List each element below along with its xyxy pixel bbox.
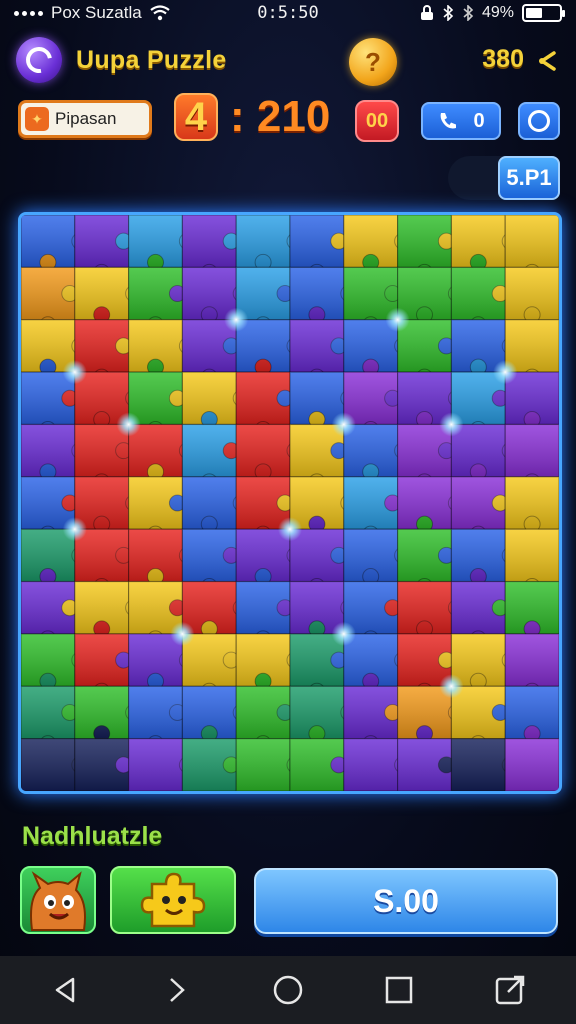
call-button[interactable]: 0	[421, 102, 501, 140]
sparkle-icon	[278, 517, 302, 542]
share-icon[interactable]	[534, 48, 560, 74]
status-bar: Pox Suzatla 0:5:50 49%	[0, 0, 576, 26]
battery-icon	[522, 4, 565, 22]
bluetooth-icon	[443, 5, 454, 21]
chat-icon	[528, 110, 550, 132]
wifi-icon	[150, 5, 170, 21]
puzzle-grid[interactable]	[21, 215, 559, 791]
sparkle-icon	[439, 412, 464, 437]
battery-percent: 49%	[481, 4, 514, 21]
section-label: Nadhluatzle	[22, 822, 163, 850]
forward-icon[interactable]	[153, 966, 201, 1014]
piece-hint-button[interactable]	[110, 866, 236, 934]
recents-icon[interactable]	[375, 966, 423, 1014]
sparkle-icon	[331, 412, 356, 437]
sparkle-icon	[331, 621, 356, 646]
progress-pill: 5.P1	[448, 156, 560, 200]
bluetooth-icon	[463, 5, 474, 21]
carrier-label: Pox Suzatla	[51, 3, 142, 22]
timer: 4 : 210	[174, 92, 330, 142]
puzzle-piece[interactable]	[504, 685, 559, 743]
price-button[interactable]: S.00	[254, 868, 558, 934]
score-value: 380	[482, 45, 524, 73]
chat-button[interactable]	[518, 102, 560, 140]
puzzle-piece[interactable]	[289, 738, 348, 791]
coin-icon[interactable]: ?	[349, 38, 397, 86]
mode-button[interactable]: ✦ Pipasan	[18, 100, 152, 138]
navigation-bar	[0, 956, 576, 1024]
puzzle-board[interactable]	[18, 212, 562, 794]
hint-badge[interactable]: 00	[355, 100, 399, 142]
phone-icon	[441, 113, 457, 129]
puzzle-piece[interactable]	[504, 266, 559, 324]
edit-icon[interactable]	[486, 966, 534, 1014]
call-count: 0	[473, 109, 485, 132]
home-icon[interactable]	[264, 966, 312, 1014]
puzzle-piece[interactable]	[181, 738, 240, 791]
sparkle-icon	[493, 360, 518, 385]
sparkle-icon	[62, 517, 87, 542]
mode-label: Pipasan	[55, 109, 117, 128]
progress-value: 5.P1	[498, 156, 560, 200]
swirl-icon	[20, 41, 58, 79]
sparkle-icon	[116, 412, 141, 437]
game-logo[interactable]	[16, 37, 62, 83]
game-title: Uupa Puzzle	[76, 45, 227, 74]
puzzle-piece[interactable]	[74, 738, 133, 791]
sparkle-icon	[170, 621, 195, 646]
puzzle-piece[interactable]	[504, 738, 559, 791]
sparkle-icon	[439, 674, 464, 699]
monster-icon	[30, 871, 86, 931]
sparkle-icon	[385, 307, 410, 332]
controls-row: ✦ Pipasan 4 : 210 00 0	[18, 92, 560, 146]
sparkle-icon	[224, 307, 249, 332]
timer-text: : 210	[230, 92, 331, 141]
monster-avatar[interactable]	[20, 866, 96, 934]
puzzle-piece-character-icon	[140, 872, 206, 928]
puzzle-piece-icon: ✦	[25, 107, 49, 131]
puzzle-piece[interactable]	[504, 580, 559, 638]
signal-icon	[14, 10, 43, 16]
puzzle-piece[interactable]	[504, 476, 559, 533]
game-header: Uupa Puzzle ? 380	[16, 36, 560, 86]
back-icon[interactable]	[42, 966, 90, 1014]
lock-icon	[420, 5, 433, 20]
timer-badge: 4	[174, 93, 218, 141]
puzzle-piece[interactable]	[397, 738, 455, 791]
sparkle-icon	[62, 360, 87, 385]
